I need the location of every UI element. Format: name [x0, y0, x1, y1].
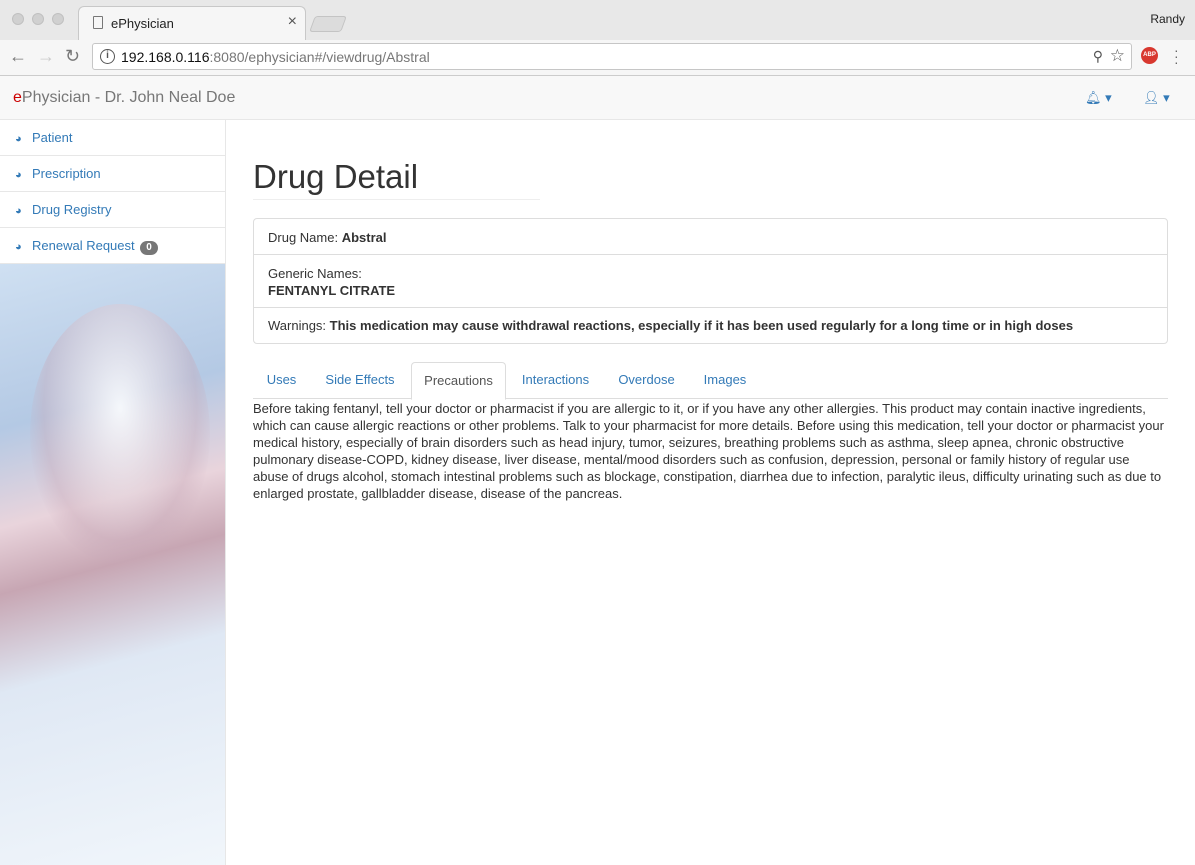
sidebar-hero-image: [0, 264, 225, 865]
reload-icon[interactable]: ↻: [65, 46, 80, 67]
user-icon[interactable]: 👤︎ ▾: [1143, 90, 1170, 106]
tab-uses[interactable]: Uses: [253, 362, 310, 399]
adblock-icon[interactable]: ABP: [1141, 47, 1158, 64]
new-tab-button[interactable]: [309, 16, 347, 32]
browser-toolbar: ← → ↻ i 192.168.0.116:8080/ephysician#/v…: [0, 40, 1195, 76]
dashboard-icon: ◕: [15, 241, 22, 253]
sidebar: ◕ Patient ◕ Prescription ◕ Drug Registry ◕ R…: [0, 120, 226, 865]
sidebar-item-drug-registry[interactable]: ◕ Drug Registry: [0, 192, 225, 228]
generic-name-value: FENTANYL CITRATE: [268, 283, 396, 298]
sidebar-item-renewal-request[interactable]: ◕ Renewal Request 0: [0, 228, 225, 264]
minimize-window-button[interactable]: [32, 13, 44, 25]
forward-icon[interactable]: →: [37, 46, 55, 67]
title-divider: [253, 199, 540, 200]
dashboard-icon: ◕: [15, 133, 22, 145]
window-controls: [12, 13, 64, 25]
dashboard-icon: ◕: [15, 205, 22, 217]
maximize-window-button[interactable]: [52, 13, 64, 25]
sidebar-item-prescription[interactable]: ◕ Prescription: [0, 156, 225, 192]
url-text[interactable]: 192.168.0.116:8080/ephysician#/viewdrug/…: [121, 49, 430, 65]
back-icon[interactable]: ←: [9, 46, 27, 67]
document-icon: [93, 16, 103, 29]
warnings-row: Warnings: This medication may cause with…: [268, 318, 1074, 333]
address-bar[interactable]: i 192.168.0.116:8080/ephysician#/viewdru…: [92, 43, 1132, 70]
tab-precautions[interactable]: Precautions: [411, 362, 506, 400]
tab-content-text: Before taking fentanyl, tell your doctor…: [253, 401, 1164, 501]
glove-graphic: [30, 304, 210, 564]
profile-name[interactable]: Randy: [1150, 12, 1185, 26]
generic-names-row: Generic Names: FENTANYL CITRATE: [254, 255, 1167, 308]
close-icon[interactable]: ×: [288, 13, 297, 31]
app-navbar: ePhysician - Dr. John Neal Doe 🔔︎ ▾ 👤︎ ▾: [0, 76, 1195, 120]
tab-overdose[interactable]: Overdose: [603, 362, 690, 399]
tab-title: ePhysician: [111, 16, 174, 31]
tab-images[interactable]: Images: [690, 362, 760, 399]
close-window-button[interactable]: [12, 13, 24, 25]
warnings-value: This medication may cause withdrawal rea…: [329, 318, 1074, 333]
tab-interactions[interactable]: Interactions: [508, 362, 603, 399]
app-brand[interactable]: ePhysician - Dr. John Neal Doe: [13, 89, 235, 107]
drug-tabs: Uses Side Effects Precautions Interactio…: [253, 362, 1168, 400]
drug-name-row: Drug Name: Abstral: [254, 219, 1167, 255]
bell-icon[interactable]: 🔔︎ ▾: [1085, 90, 1112, 106]
menu-icon[interactable]: · · ·: [1174, 43, 1179, 69]
drug-info-panel: Drug Name: Abstral Generic Names: FENTANY…: [253, 218, 1168, 344]
drug-name-value: Abstral: [341, 230, 387, 245]
browser-tabstrip: ePhysician × Randy: [0, 0, 1195, 40]
star-icon[interactable]: ☆: [1110, 46, 1125, 66]
renewal-count-badge: 0: [140, 241, 158, 255]
info-icon[interactable]: i: [100, 49, 115, 64]
dashboard-icon: ◕: [15, 169, 22, 181]
page-title: Drug Detail: [253, 158, 419, 195]
tab-side-effects[interactable]: Side Effects: [310, 362, 410, 399]
zoom-icon[interactable]: ⚲: [1093, 48, 1103, 65]
sidebar-item-patient[interactable]: ◕ Patient: [0, 120, 225, 156]
browser-tab[interactable]: ePhysician ×: [78, 6, 306, 40]
